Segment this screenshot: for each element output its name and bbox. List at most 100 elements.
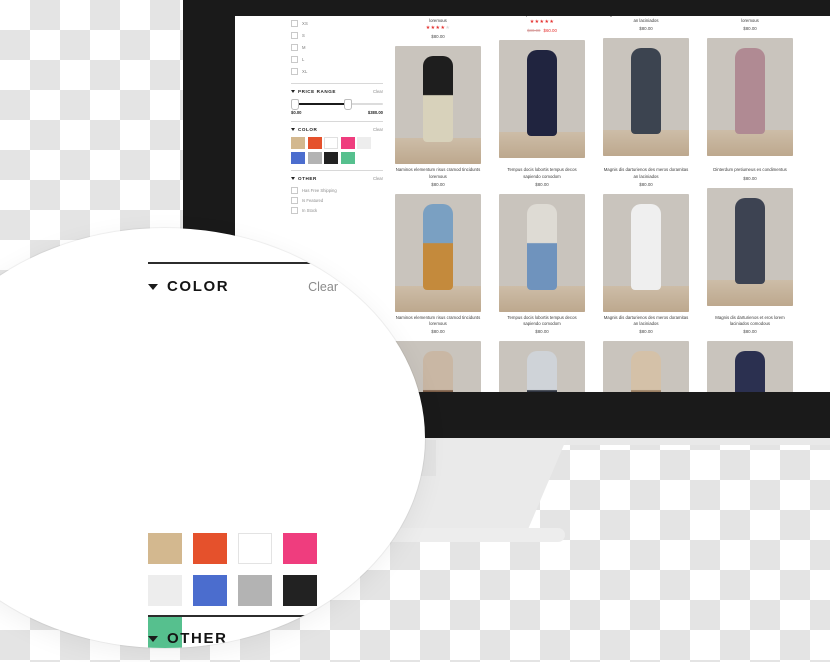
price-min-label: $0.00 [291, 110, 302, 115]
divider [291, 83, 383, 84]
other-filter-header[interactable]: OTHER Clear [291, 176, 383, 181]
product-title: Tempus docis lobortis tempus decos sapie… [507, 314, 577, 327]
product-card[interactable]: Tempus docis lobortis tempus decos sapie… [491, 315, 593, 392]
magnified-color-swatch-light-grey[interactable] [148, 575, 182, 606]
color-swatch-pink[interactable] [340, 137, 355, 149]
other-clear-link[interactable]: Clear [373, 176, 383, 181]
magnified-other-clear-link[interactable]: Clear [308, 632, 338, 646]
checkbox-icon[interactable] [291, 187, 298, 194]
color-swatch-grey[interactable] [307, 151, 322, 164]
slider-handle-min[interactable] [291, 99, 299, 110]
checkbox-icon[interactable] [291, 197, 298, 204]
product-image[interactable] [707, 187, 793, 306]
color-swatch-tan[interactable] [291, 137, 305, 149]
product-card[interactable]: Dinterdum pretiumeus es condimentus★★★★★… [491, 16, 593, 167]
product-title: Magnis dis darturienos des meros doramit… [603, 167, 689, 179]
size-option-xl[interactable]: XL [291, 66, 383, 77]
product-image[interactable] [499, 193, 585, 312]
color-swatch-black[interactable] [324, 151, 338, 164]
product-card[interactable]: Magnis dis darturienos et eros lorem lac… [699, 315, 801, 392]
product-image[interactable] [707, 341, 793, 392]
price-range-slider[interactable] [291, 99, 383, 110]
magnified-color-title: COLOR [167, 278, 230, 295]
product-image[interactable] [707, 38, 793, 157]
color-filter-header[interactable]: COLOR Clear [291, 127, 383, 132]
product-price: $80.00 $60.00 [527, 28, 557, 34]
caret-down-icon[interactable] [291, 90, 295, 93]
product-card[interactable]: Tempus docis lobortis tempus decos sapie… [491, 167, 593, 314]
model-garment [423, 56, 453, 143]
other-option-label: In Stock [302, 208, 318, 213]
divider [148, 615, 338, 617]
size-option-l[interactable]: L [291, 54, 383, 65]
product-title: Magnis dis darturienos et eros lorem lac… [715, 314, 785, 327]
product-image[interactable] [499, 40, 585, 159]
price-range-values: $0.00 $380.00 [291, 110, 383, 115]
other-option-label: Is Featured [302, 198, 324, 203]
other-option-free-shipping[interactable]: Has Free Shipping [291, 186, 383, 196]
product-image[interactable] [603, 38, 689, 157]
color-swatch-green[interactable] [340, 151, 355, 164]
model-garment [631, 48, 661, 135]
product-card[interactable]: Magnis dis darturienos des meros doramit… [595, 16, 697, 167]
checkbox-icon[interactable] [291, 56, 298, 63]
checkbox-icon[interactable] [291, 207, 298, 214]
product-rating-stars: ★★★★★ [529, 19, 555, 26]
other-title-group: OTHER [148, 630, 228, 647]
magnified-color-swatch-grey[interactable] [238, 575, 272, 606]
price-range-clear-link[interactable]: Clear [373, 89, 383, 94]
magnified-color-swatch-white[interactable] [238, 533, 272, 564]
other-option-is-featured[interactable]: Is Featured [291, 196, 383, 206]
product-image[interactable] [395, 46, 481, 165]
other-option-in-stock[interactable]: In Stock [291, 206, 383, 216]
color-swatch-light-grey[interactable] [357, 137, 371, 149]
checkbox-icon[interactable] [291, 20, 298, 27]
product-card[interactable]: Naminos elementum risus cramod tincidunt… [699, 16, 801, 167]
size-option-xs[interactable]: XS [291, 18, 383, 29]
product-price: $80.00 [743, 329, 757, 335]
magnified-color-swatch-blue[interactable] [193, 575, 227, 606]
divider [291, 169, 383, 171]
product-image[interactable] [499, 341, 585, 392]
magnified-color-swatch-pink[interactable] [283, 533, 317, 564]
model-garment [735, 48, 765, 135]
model-garment [423, 203, 453, 290]
product-rating-stars: ★★★★★ [425, 25, 451, 32]
color-clear-link[interactable]: Clear [373, 127, 383, 132]
other-filter-title: OTHER [298, 175, 317, 181]
magnifier-circle: COLOR Clear OTHER Clear Has Free Shippin… [0, 228, 425, 648]
checkbox-icon[interactable] [291, 44, 298, 51]
product-title: Naminos elementum risus cramod tincidunt… [396, 16, 481, 24]
color-swatch-white[interactable] [324, 137, 338, 149]
product-image[interactable] [603, 193, 689, 312]
checkbox-icon[interactable] [291, 32, 298, 39]
caret-down-icon[interactable] [148, 283, 158, 290]
magnified-other-header[interactable]: OTHER Clear [148, 630, 338, 647]
caret-down-icon[interactable] [291, 176, 295, 180]
product-card[interactable]: Dinterdum pretiumeus es condimentus $80.0… [699, 167, 801, 314]
product-row: Naminos elementum risus cramod tincidunt… [387, 167, 830, 314]
size-label: M [302, 45, 306, 50]
magnified-color-swatch-tan[interactable] [148, 533, 182, 564]
color-filter-title: COLOR [298, 127, 318, 132]
divider [148, 262, 338, 264]
size-option-m[interactable]: M [291, 42, 383, 53]
caret-down-icon[interactable] [148, 635, 158, 642]
color-swatch-orange-red[interactable] [307, 137, 322, 149]
magnified-color-header[interactable]: COLOR Clear [148, 278, 338, 295]
product-price: $80.00 [535, 329, 549, 335]
magnified-color-clear-link[interactable]: Clear [308, 280, 338, 294]
checkbox-icon[interactable] [291, 68, 298, 75]
product-card[interactable]: Magnis dis darturienos des meros doramit… [595, 167, 697, 314]
size-option-s[interactable]: S [291, 30, 383, 41]
magnified-color-swatch-black[interactable] [283, 575, 317, 606]
slider-handle-max[interactable] [344, 99, 352, 110]
product-card[interactable]: Magnis dis darturienos des meros doramit… [595, 315, 697, 392]
caret-down-icon[interactable] [291, 128, 295, 131]
price-range-header[interactable]: PRICE RANGE Clear [291, 89, 383, 94]
size-label: XL [302, 69, 308, 74]
product-card[interactable]: Naminos elementum risus cramod tincidunt… [387, 16, 489, 167]
color-swatch-blue[interactable] [291, 151, 305, 164]
magnified-color-swatch-orange-red[interactable] [193, 533, 227, 564]
product-image[interactable] [603, 341, 689, 392]
